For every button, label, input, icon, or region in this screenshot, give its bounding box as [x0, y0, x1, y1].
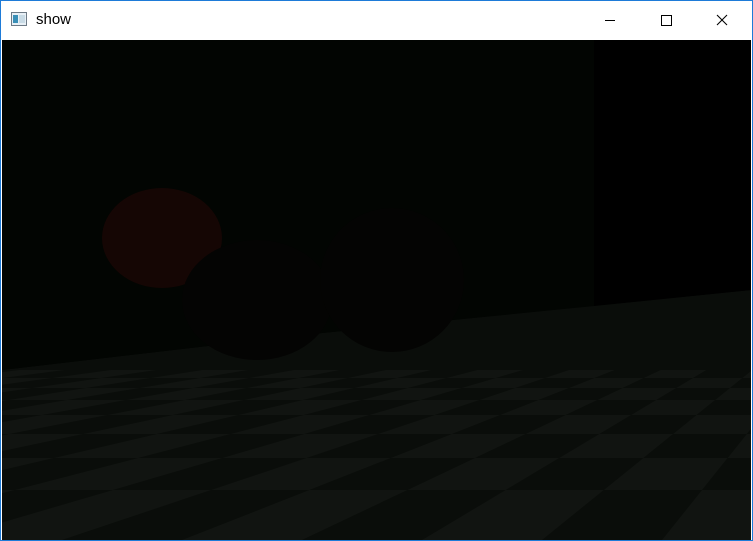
title-bar[interactable]: show	[1, 1, 752, 39]
scene-canvas	[2, 40, 751, 540]
app-window: show	[0, 0, 753, 541]
maximize-icon	[661, 15, 672, 26]
window-title: show	[36, 11, 72, 28]
dark-sphere-large	[320, 208, 464, 352]
maximize-button[interactable]	[643, 1, 689, 39]
dark-sphere-small	[182, 240, 332, 360]
close-button[interactable]	[699, 1, 745, 39]
render-viewport[interactable]	[2, 40, 751, 540]
window-app-icon	[11, 12, 27, 26]
minimize-icon	[605, 20, 615, 21]
minimize-button[interactable]	[587, 1, 633, 39]
close-icon	[716, 14, 728, 26]
side-wall-overlay	[594, 40, 751, 306]
